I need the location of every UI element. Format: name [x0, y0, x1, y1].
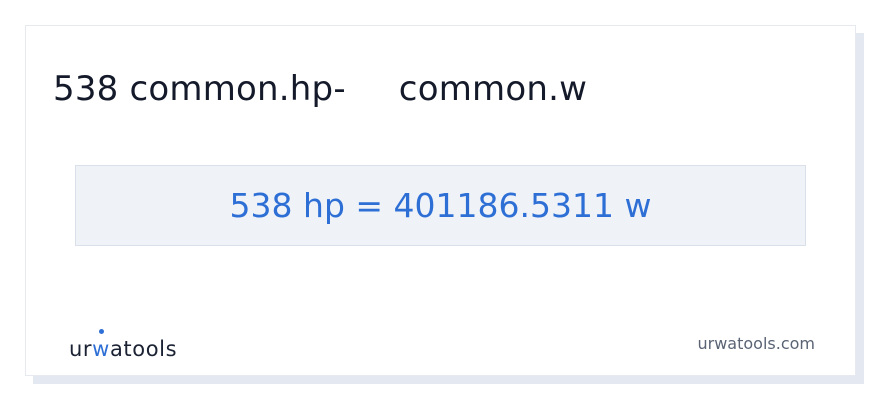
brand-logo-suffix: atools — [109, 337, 178, 361]
brand-logo-prefix: ur — [69, 337, 93, 361]
conversion-result: 538 hp = 401186.5311 w — [75, 165, 806, 246]
conversion-title: 538 common.hp- common.w — [53, 66, 587, 112]
title-from-unit: 538 common.hp- — [53, 69, 346, 109]
conversion-result-text: 538 hp = 401186.5311 w — [229, 186, 652, 225]
conversion-card: 538 common.hp- common.w 538 hp = 401186.… — [25, 25, 856, 376]
footer-domain: urwatools.com — [697, 334, 816, 353]
brand-logo-accent-letter: w — [92, 337, 110, 361]
brand-logo-dot-icon — [99, 329, 105, 334]
title-to-unit: common.w — [398, 69, 588, 109]
brand-logo-accent: w — [92, 329, 110, 361]
brand-logo: ur w atools — [69, 329, 178, 361]
